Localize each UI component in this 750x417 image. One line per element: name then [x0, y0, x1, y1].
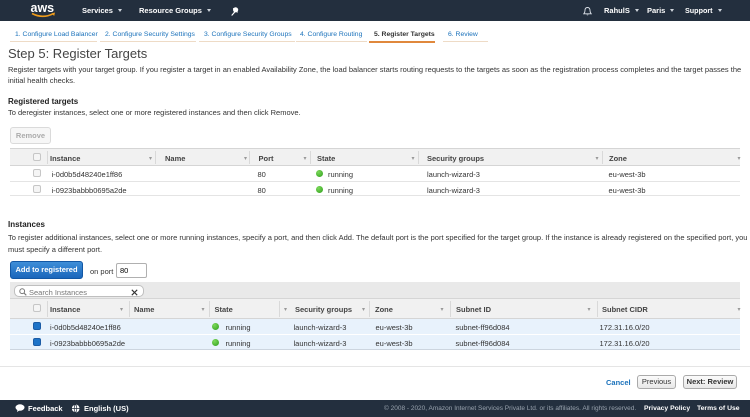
svg-text:aws: aws: [31, 1, 55, 15]
